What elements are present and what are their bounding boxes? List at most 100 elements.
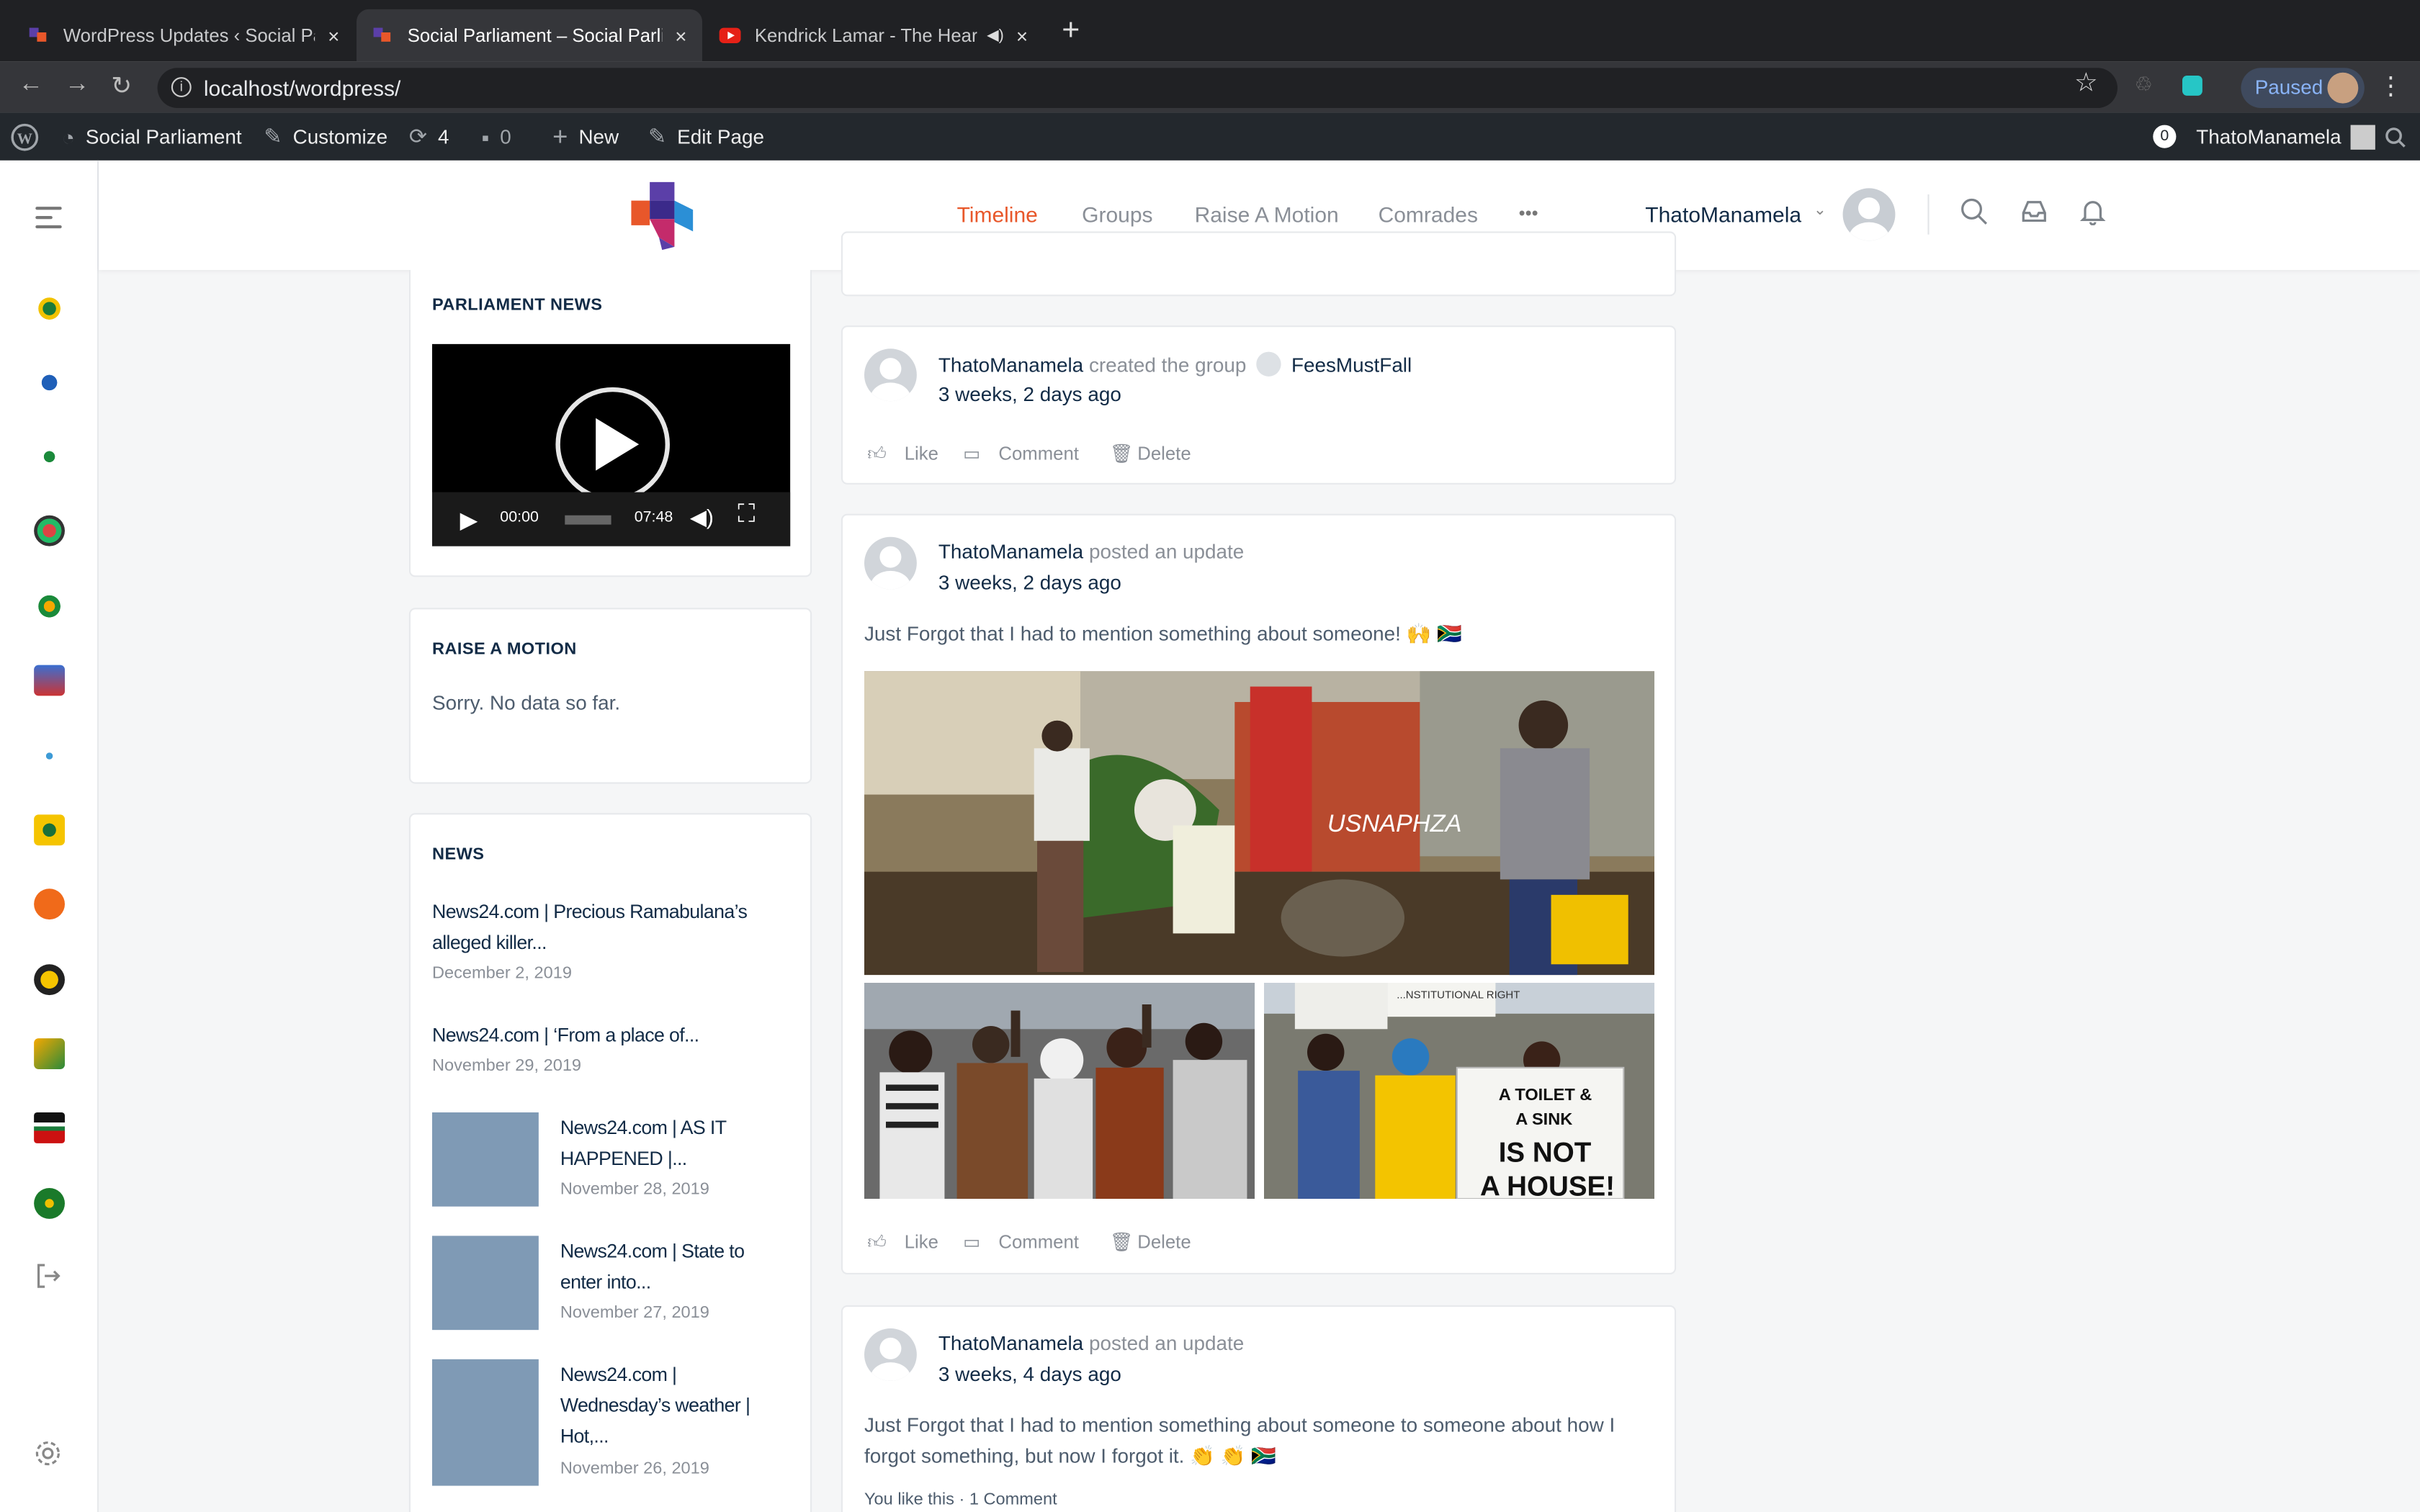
thumbs-up-icon[interactable]: 👍︎ bbox=[867, 443, 887, 466]
profile-button[interactable]: Paused bbox=[2241, 68, 2365, 108]
news-item-title[interactable]: News24.com | Wednesday’s weather | Hot,.… bbox=[560, 1359, 776, 1452]
inbox-icon[interactable] bbox=[2020, 197, 2048, 233]
party-da-icon[interactable] bbox=[34, 366, 65, 398]
admin-search-icon[interactable] bbox=[2385, 112, 2406, 160]
activity-header: ThatoManamela posted an update bbox=[938, 1331, 1244, 1354]
notification-count: 0 bbox=[2153, 125, 2177, 148]
extension-icon[interactable] bbox=[2182, 76, 2202, 96]
author-name[interactable]: ThatoManamela bbox=[938, 354, 1083, 377]
progress-bar[interactable] bbox=[565, 515, 611, 525]
post-photo[interactable]: USNAPHZA bbox=[864, 671, 1655, 976]
nav-timeline[interactable]: Timeline bbox=[957, 202, 1038, 227]
party-pac-icon[interactable] bbox=[34, 1038, 65, 1069]
comment-icon[interactable]: ▭ bbox=[963, 443, 980, 464]
comments-link[interactable]: ▪ 0 bbox=[482, 112, 511, 160]
news-item-title[interactable]: News24.com | AS IT HAPPENED |... bbox=[560, 1112, 768, 1174]
party-udm-icon[interactable] bbox=[34, 590, 65, 622]
speaker-icon[interactable]: ◀) bbox=[987, 27, 1004, 45]
extension-recycle-icon[interactable]: ♲ bbox=[2135, 73, 2153, 97]
volume-icon[interactable]: ◀) bbox=[690, 505, 714, 531]
new-content-link[interactable]: + New bbox=[552, 112, 619, 160]
logout-icon[interactable] bbox=[34, 1262, 62, 1297]
customize-link[interactable]: ✎ Customize bbox=[264, 112, 387, 160]
post-photo[interactable] bbox=[864, 983, 1255, 1199]
party-acdp-icon[interactable] bbox=[34, 665, 65, 696]
reload-icon[interactable]: ↻ bbox=[111, 71, 132, 102]
trash-icon[interactable]: 🗑︎ bbox=[1110, 443, 1134, 464]
nav-raise-a-motion[interactable]: Raise A Motion bbox=[1195, 202, 1339, 227]
thumbs-up-icon[interactable]: 👍︎ bbox=[867, 1231, 887, 1254]
like-button[interactable]: Like bbox=[905, 1231, 938, 1253]
delete-button[interactable]: Delete bbox=[1137, 1231, 1191, 1253]
comment-button[interactable]: Comment bbox=[998, 1231, 1078, 1253]
party-ifp-icon[interactable] bbox=[34, 515, 65, 546]
trash-icon[interactable]: 🗑︎ bbox=[1110, 1231, 1134, 1253]
social-parliament-logo[interactable] bbox=[628, 179, 699, 253]
play-button-icon[interactable]: ▶ bbox=[460, 506, 478, 534]
header-username[interactable]: ThatoManamela bbox=[1645, 202, 1801, 227]
close-tab-icon[interactable]: × bbox=[675, 24, 686, 47]
activity-card-previous bbox=[841, 231, 1677, 297]
party-ff-icon[interactable] bbox=[34, 740, 65, 772]
news-thumbnail[interactable] bbox=[432, 1359, 539, 1486]
group-name[interactable]: FeesMustFall bbox=[1291, 354, 1412, 377]
author-avatar[interactable] bbox=[864, 348, 917, 402]
news-thumbnail[interactable] bbox=[432, 1112, 539, 1207]
party-cope-icon[interactable] bbox=[34, 814, 65, 846]
news-item-title[interactable]: News24.com | ‘From a place of... bbox=[432, 1020, 779, 1050]
tab-wordpress-updates[interactable]: WordPress Updates ‹ Social Parl × bbox=[12, 9, 355, 62]
author-avatar[interactable] bbox=[864, 536, 917, 590]
activity-time[interactable]: 3 weeks, 4 days ago bbox=[938, 1362, 1121, 1385]
nav-comrades[interactable]: Comrades bbox=[1379, 202, 1478, 227]
party-good-icon[interactable] bbox=[34, 888, 65, 920]
party-eff-icon[interactable] bbox=[34, 441, 65, 472]
tab-social-parliament[interactable]: Social Parliament – Social Parliam × bbox=[356, 9, 702, 62]
more-menu-icon[interactable]: ••• bbox=[1519, 202, 1538, 224]
comment-icon[interactable]: ▭ bbox=[963, 1231, 980, 1253]
admin-site-link[interactable]: ◔ Social Parliament bbox=[62, 112, 242, 160]
menu-toggle-icon[interactable] bbox=[35, 207, 62, 235]
author-name[interactable]: ThatoManamela bbox=[938, 540, 1083, 563]
play-icon[interactable] bbox=[596, 418, 640, 471]
news-item-title[interactable]: News24.com | Precious Ramabulana’s alleg… bbox=[432, 896, 779, 958]
author-avatar[interactable] bbox=[864, 1328, 917, 1381]
nav-groups[interactable]: Groups bbox=[1082, 202, 1152, 227]
author-name[interactable]: ThatoManamela bbox=[938, 1331, 1083, 1354]
search-icon[interactable] bbox=[1960, 197, 1988, 233]
video-player[interactable]: ▶ 00:00 07:48 ◀) ⛶ bbox=[432, 343, 791, 546]
wordpress-logo-icon[interactable]: W bbox=[11, 112, 39, 160]
news-item-title[interactable]: News24.com | State to enter into... bbox=[560, 1236, 768, 1297]
chevron-down-icon[interactable]: ⌄ bbox=[1814, 202, 1827, 220]
tab-youtube[interactable]: Kendrick Lamar - The Heart ◀) × bbox=[704, 9, 1043, 62]
edit-page-link[interactable]: ✎ Edit Page bbox=[648, 112, 764, 160]
updates-link[interactable]: ⟳ 4 bbox=[409, 112, 449, 160]
empty-message: Sorry. No data so far. bbox=[432, 691, 621, 715]
address-bar[interactable]: i localhost/wordpress/ bbox=[157, 68, 2118, 108]
bookmark-star-icon[interactable]: ☆ bbox=[2074, 68, 2098, 99]
like-button[interactable]: Like bbox=[905, 443, 938, 464]
fullscreen-icon[interactable]: ⛶ bbox=[738, 501, 755, 529]
party-al-jama-ah-icon[interactable] bbox=[34, 1112, 65, 1143]
party-atm-icon[interactable] bbox=[34, 1188, 65, 1219]
browser-menu-icon[interactable]: ⋮ bbox=[2378, 71, 2403, 102]
party-aic-icon[interactable] bbox=[34, 964, 65, 996]
activity-time[interactable]: 3 weeks, 2 days ago bbox=[938, 571, 1121, 594]
close-tab-icon[interactable]: × bbox=[328, 24, 339, 47]
news-thumbnail[interactable] bbox=[432, 1236, 539, 1331]
comment-button[interactable]: Comment bbox=[998, 443, 1078, 464]
back-icon[interactable]: ← bbox=[19, 71, 43, 99]
bell-icon[interactable] bbox=[2079, 197, 2107, 233]
close-tab-icon[interactable]: × bbox=[1016, 24, 1028, 47]
forward-icon[interactable]: → bbox=[65, 71, 89, 99]
post-photo[interactable]: ...NSTITUTIONAL RIGHT A TOILET & A SINK … bbox=[1264, 983, 1655, 1199]
new-tab-button[interactable]: + bbox=[1062, 15, 1080, 46]
admin-user-menu[interactable]: ThatoManamela bbox=[2196, 112, 2375, 160]
party-anc-icon[interactable] bbox=[34, 293, 65, 324]
activity-time[interactable]: 3 weeks, 2 days ago bbox=[938, 382, 1121, 405]
settings-gear-icon[interactable] bbox=[34, 1439, 62, 1475]
info-icon[interactable]: i bbox=[171, 77, 192, 97]
delete-button[interactable]: Delete bbox=[1137, 443, 1191, 464]
notification-badge[interactable]: 0 bbox=[2153, 112, 2177, 160]
like-comment-summary[interactable]: You like this · 1 Comment bbox=[864, 1490, 1057, 1509]
header-avatar[interactable] bbox=[1842, 188, 1896, 241]
